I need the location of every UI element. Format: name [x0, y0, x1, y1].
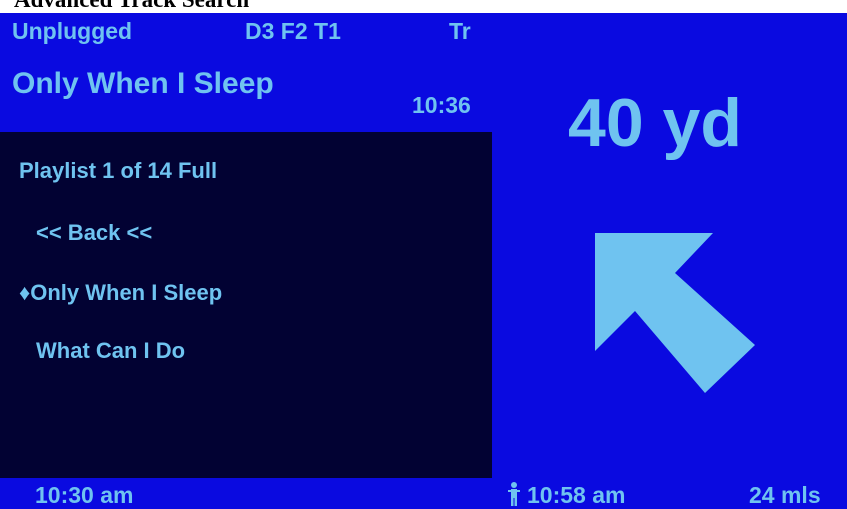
track-code: D3 F2 T1	[245, 18, 341, 44]
distance-readout: 40 yd	[568, 85, 742, 161]
playlist-panel: Playlist 1 of 14 Full << Back << ♦Only W…	[0, 132, 492, 478]
arrow-up-left-icon	[595, 233, 755, 393]
status-bar: 10:30 am 10:58 am 24 mls	[0, 478, 847, 509]
back-menu-item[interactable]: << Back <<	[36, 222, 152, 244]
track-duration: 10:36	[412, 92, 471, 118]
track-item-selected[interactable]: ♦Only When I Sleep	[19, 282, 222, 304]
track-item[interactable]: What Can I Do	[36, 340, 185, 362]
arrival-time: 10:58 am	[527, 482, 626, 508]
device-screen: Unplugged D3 F2 T1 Tr Only When I Sleep …	[0, 13, 847, 509]
playlist-title: Playlist 1 of 14 Full	[19, 158, 218, 183]
page-caption: Advanced Track Search	[14, 0, 249, 12]
remaining-distance: 24 mls	[749, 482, 821, 508]
source-label: Unplugged	[12, 18, 133, 44]
now-playing-header: Unplugged D3 F2 T1 Tr Only When I Sleep …	[0, 13, 492, 132]
mode-indicator: Tr	[449, 18, 471, 44]
current-time: 10:30 am	[35, 482, 134, 508]
now-playing-title: Only When I Sleep	[12, 67, 274, 100]
navigation-panel: 40 yd	[492, 13, 847, 478]
person-walking-icon	[508, 482, 520, 506]
